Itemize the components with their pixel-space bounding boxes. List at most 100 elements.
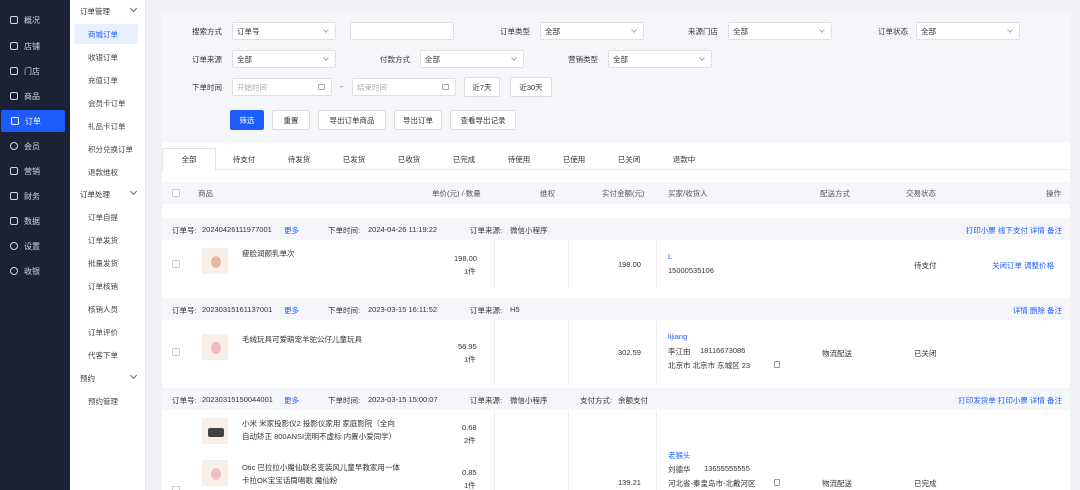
product-name[interactable]: Otic 巴拉拉小魔仙联名变装风儿童早教家用一体 [242, 462, 400, 473]
start-time-input[interactable]: 开始时间 [232, 78, 332, 96]
order-source-select[interactable]: 全部 [232, 50, 336, 68]
buyer-name[interactable]: lijiang [668, 332, 687, 341]
row-actions[interactable]: 关闭订单 调整价格 [992, 260, 1054, 271]
nav-item-data[interactable]: 数据 [0, 210, 70, 232]
end-time-input[interactable]: 结束时间 [352, 78, 456, 96]
product-thumbnail[interactable] [202, 460, 228, 486]
tab-closed[interactable]: 已关闭 [602, 148, 656, 170]
product-name-continued[interactable]: 卡拉OK宝宝话筒唱歌 魔仙粉 [242, 475, 337, 486]
tab-pending-shipment[interactable]: 待发货 [272, 148, 326, 170]
buyer-name[interactable]: 老猴头 [668, 450, 691, 461]
subnav-item-points-orders[interactable]: 积分兑换订单 [70, 139, 146, 159]
subnav-item-proxy-order[interactable]: 代客下单 [70, 345, 146, 365]
subnav-item-pickup[interactable]: 订单自提 [70, 207, 146, 227]
product-name[interactable]: 小米 米家投影仪2 投影仪家用 家庭影院（全向 [242, 418, 395, 429]
order-actions[interactable]: 打印发货单 打印小票 详情 备注 [958, 395, 1062, 406]
nav-item-orders[interactable]: 订单 [1, 110, 65, 132]
export-log-button[interactable]: 查看导出记录 [450, 110, 516, 130]
subnav-item-verification[interactable]: 订单核销 [70, 276, 146, 296]
subnav-item-batch-shipping[interactable]: 批量发货 [70, 253, 146, 273]
tab-received[interactable]: 已收货 [382, 148, 436, 170]
nav-item-members[interactable]: 会员 [0, 135, 70, 157]
order-status-select[interactable]: 全部 [916, 22, 1020, 40]
nav-item-overview[interactable]: 概况 [0, 9, 70, 31]
export-orders-button[interactable]: 导出订单 [394, 110, 442, 130]
secondary-sidebar: 订单管理 商城订单 收银订单 充值订单 会员卡订单 礼品卡订单 积分兑换订单 退… [70, 0, 146, 490]
tab-all[interactable]: 全部 [162, 148, 216, 171]
more-link[interactable]: 更多 [284, 395, 299, 406]
nav-item-finance[interactable]: 财务 [0, 185, 70, 207]
pay-method-select[interactable]: 全部 [420, 50, 524, 68]
nav-item-cashier[interactable]: 收银 [0, 260, 70, 282]
subnav-item-gift-card-orders[interactable]: 礼品卡订单 [70, 116, 146, 136]
subnav-item-reviews[interactable]: 订单评价 [70, 322, 146, 342]
receiver-phone: 18116673086 [700, 346, 746, 355]
order-header: 订单号: 20240426111977001 更多 下单时间: 2024-04-… [162, 218, 1070, 240]
last-30-days-button[interactable]: 近30天 [510, 77, 552, 97]
subnav-item-cashier-orders[interactable]: 收银订单 [70, 47, 146, 67]
subnav-group-order-processing[interactable]: 订单处理 [70, 184, 146, 204]
product-name[interactable]: 瘦脸润颜乳单次 [242, 248, 295, 259]
product-thumbnail[interactable] [202, 418, 228, 444]
subnav-item-mall-orders[interactable]: 商城订单 [74, 24, 138, 44]
nav-item-marketing[interactable]: 营销 [0, 160, 70, 182]
delivery-method: 物流配送 [822, 479, 852, 488]
more-link[interactable]: 更多 [284, 225, 299, 236]
finance-icon [10, 192, 18, 200]
nav-item-goods[interactable]: 商品 [0, 85, 70, 107]
buyer-name[interactable]: L [668, 252, 672, 261]
subnav-group-order-management[interactable]: 订单管理 [70, 1, 146, 21]
tab-pending-payment[interactable]: 待支付 [217, 148, 271, 170]
search-input[interactable] [350, 22, 454, 40]
reset-button[interactable]: 重置 [272, 110, 310, 130]
subnav-item-verifiers[interactable]: 核销人员 [70, 299, 146, 319]
subnav-item-recharge-orders[interactable]: 充值订单 [70, 70, 146, 90]
order-header: 订单号: 20230315161137001 更多 下单时间: 2023-03-… [162, 298, 1070, 320]
order-type-select[interactable]: 全部 [540, 22, 644, 40]
more-link[interactable]: 更多 [284, 305, 299, 316]
copy-icon[interactable] [774, 361, 780, 368]
product-name[interactable]: 毛绒玩具可爱萌宠羊驼公仔儿童玩具 [242, 334, 362, 345]
subnav-item-membership-card-orders[interactable]: 会员卡订单 [70, 93, 146, 113]
select-all-checkbox[interactable] [172, 189, 180, 197]
nav-item-store[interactable]: 门店 [0, 60, 70, 82]
row-checkbox[interactable] [172, 260, 180, 268]
chevron-down-icon [129, 187, 138, 196]
member-icon [10, 142, 18, 150]
order-source: H5 [510, 305, 520, 314]
store-icon [10, 67, 18, 75]
last-7-days-button[interactable]: 近7天 [464, 77, 500, 97]
order-actions[interactable]: 详情 删除 备注 [1013, 305, 1062, 316]
tab-to-use[interactable]: 待使用 [492, 148, 546, 170]
row-checkbox[interactable] [172, 486, 180, 490]
marketing-type-select[interactable]: 全部 [608, 50, 712, 68]
product-name-continued[interactable]: 自动矫正 800ANSI流明不虚标 内置小爱同学） [242, 431, 396, 442]
order-time: 2024-04-26 11:19:22 [368, 225, 438, 234]
subnav-item-refunds[interactable]: 退款维权 [70, 162, 146, 182]
pay-method-label: 支付方式: [580, 396, 613, 405]
tab-shipped[interactable]: 已发货 [327, 148, 381, 170]
product-thumbnail[interactable] [202, 334, 228, 360]
row-checkbox[interactable] [172, 348, 180, 356]
receiver-address: 河北省-秦皇岛市-北戴河区 [668, 479, 756, 488]
export-goods-button[interactable]: 导出订单商品 [318, 110, 386, 130]
chevron-down-icon [699, 55, 705, 61]
subnav-group-booking[interactable]: 预约 [70, 368, 146, 388]
subnav-item-booking-management[interactable]: 预约管理 [70, 391, 146, 411]
source-store-select[interactable]: 全部 [728, 22, 832, 40]
tab-refunding[interactable]: 退款中 [657, 148, 711, 170]
paid-amount: 139.21 [618, 478, 641, 487]
nav-item-settings[interactable]: 设置 [0, 235, 70, 257]
nav-item-shop[interactable]: 店铺 [0, 35, 70, 57]
search-type-select[interactable]: 订单号 [232, 22, 336, 40]
tab-completed[interactable]: 已完成 [437, 148, 491, 170]
pay-method-label: 付款方式 [380, 55, 410, 64]
order-actions[interactable]: 打印小票 线下支付 详情 备注 [966, 225, 1062, 236]
copy-icon[interactable] [774, 479, 780, 486]
subnav-item-shipping[interactable]: 订单发货 [70, 230, 146, 250]
filter-button[interactable]: 筛选 [230, 110, 264, 130]
chevron-down-icon [129, 4, 138, 13]
gear-icon [10, 242, 18, 250]
tab-used[interactable]: 已使用 [547, 148, 601, 170]
product-thumbnail[interactable] [202, 248, 228, 274]
